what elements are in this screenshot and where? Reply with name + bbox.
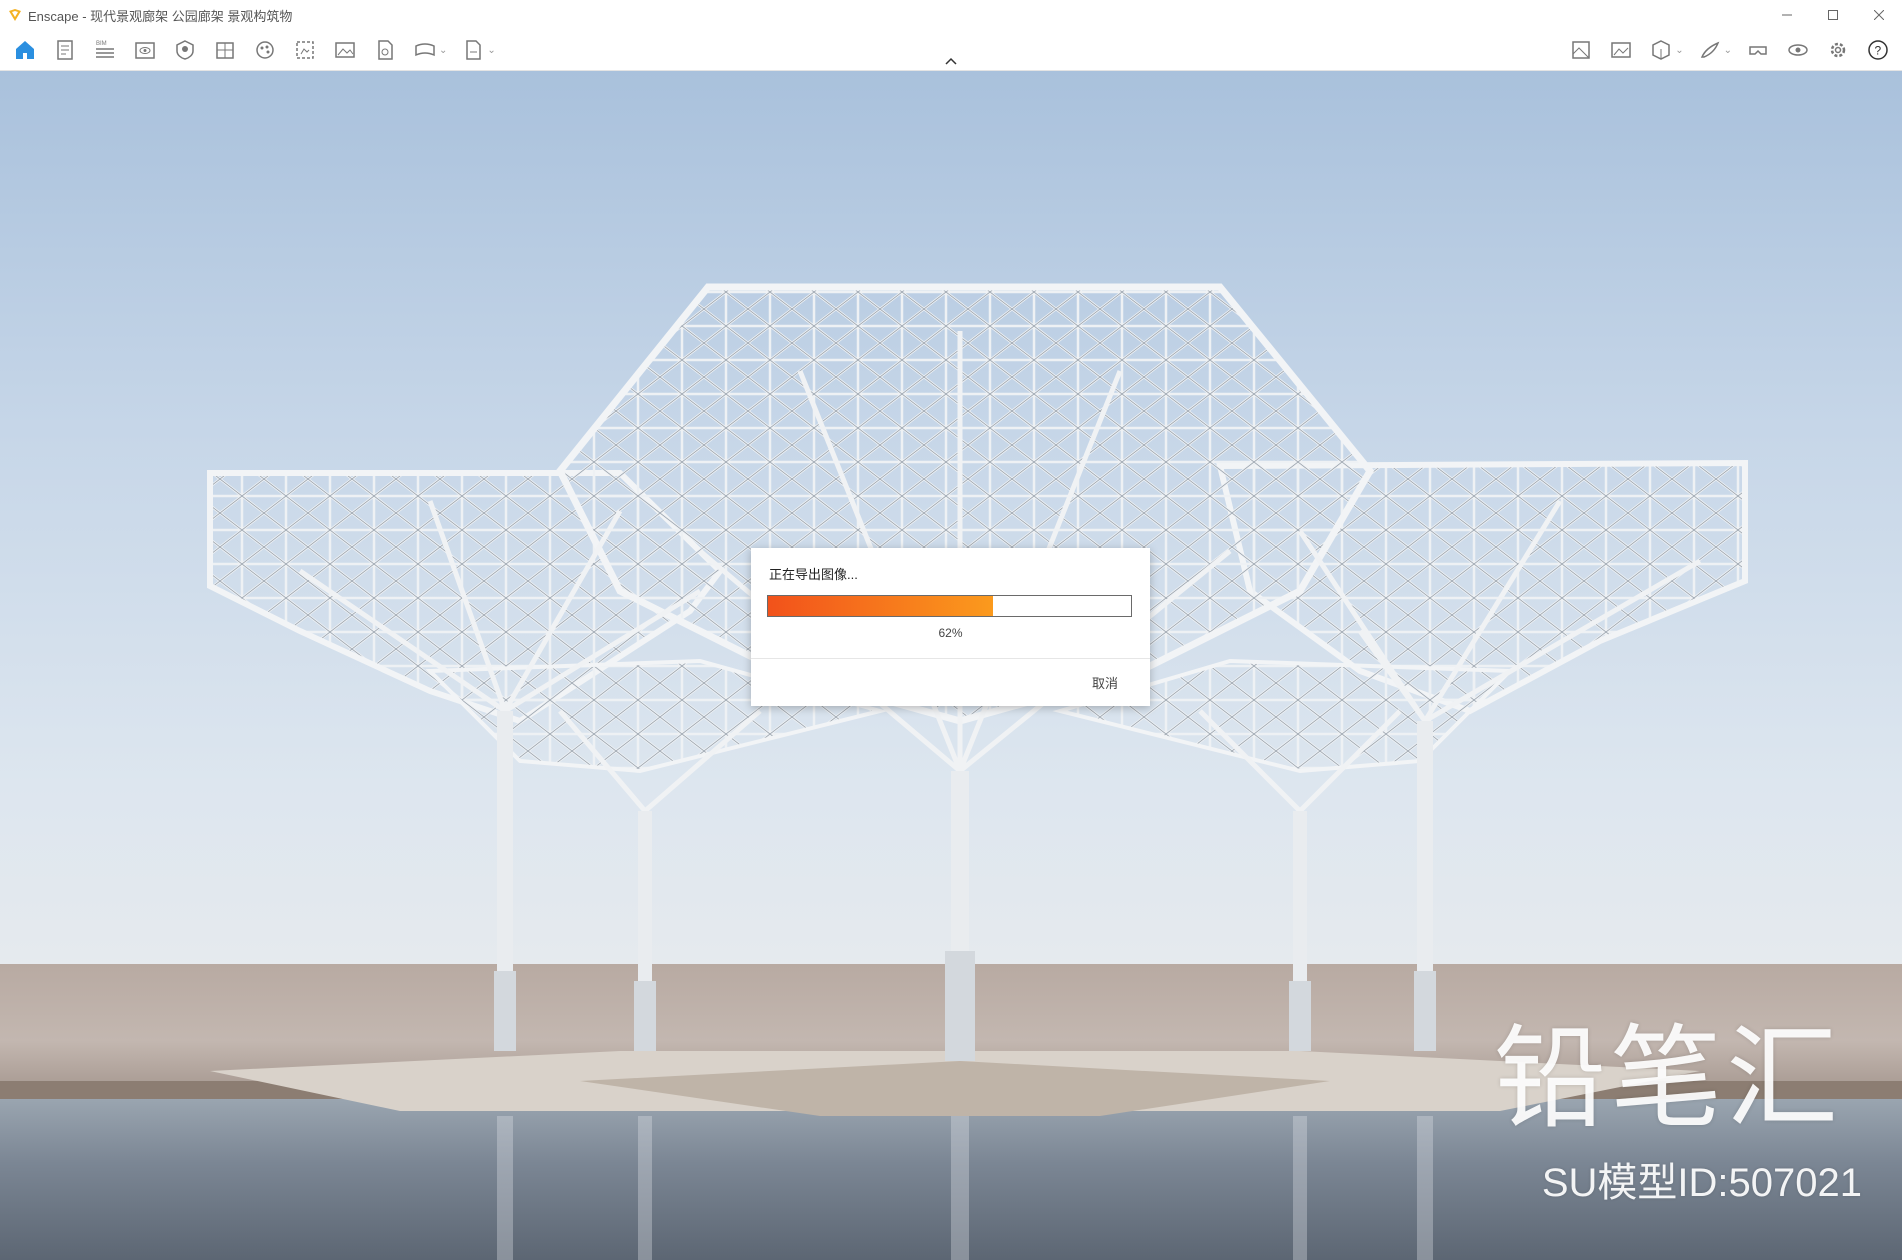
help-button[interactable]: ?	[1863, 35, 1893, 65]
video-export-button[interactable]	[370, 35, 400, 65]
asset-library-button[interactable]	[210, 35, 240, 65]
sun-info-icon	[176, 40, 194, 60]
maximize-icon	[1828, 10, 1838, 20]
image-export-button[interactable]	[330, 35, 360, 65]
minimize-icon	[1782, 14, 1792, 16]
maximize-button[interactable]	[1810, 0, 1856, 30]
material-icon	[256, 41, 274, 59]
image-button[interactable]	[1606, 35, 1636, 65]
home-icon	[16, 41, 34, 59]
progress-fill	[768, 596, 994, 616]
render-settings-button[interactable]	[290, 35, 320, 65]
vr-icon	[1749, 46, 1767, 55]
bim-label: BIM	[96, 41, 107, 47]
visual-settings-icon	[1788, 44, 1808, 56]
collapse-toolbar-button[interactable]	[941, 53, 961, 69]
window-controls	[1764, 0, 1902, 30]
batch-render-icon	[1572, 41, 1590, 59]
dialog-divider	[751, 658, 1150, 659]
visual-settings-button[interactable]	[1783, 35, 1813, 65]
render-settings-icon	[296, 41, 314, 59]
help-icon: ?	[1868, 40, 1888, 60]
file-export-button[interactable]	[458, 35, 488, 65]
views-icon	[135, 42, 155, 59]
close-button[interactable]	[1856, 0, 1902, 30]
panorama-dropdown-icon[interactable]: ⌄	[439, 45, 447, 56]
column-reflections	[497, 1116, 1433, 1260]
watermark-model-id: SU模型ID:507021	[1541, 1161, 1862, 1205]
export-progress-bar	[767, 595, 1132, 617]
panorama-button[interactable]	[410, 35, 440, 65]
watermark-brand: 铅笔汇	[1494, 1014, 1842, 1144]
sun-info-button[interactable]	[170, 35, 200, 65]
vr-button[interactable]	[1743, 35, 1773, 65]
toolbar-right-group: ⌄ ⌄ ?	[1561, 30, 1898, 70]
cancel-button[interactable]: 取消	[1092, 673, 1118, 692]
close-icon	[1874, 10, 1884, 20]
export-progress-dialog: 正在导出图像... 62% 取消	[751, 548, 1150, 706]
view-mode-icon	[1652, 40, 1670, 60]
views-button[interactable]	[130, 35, 160, 65]
settings-button[interactable]	[1823, 35, 1853, 65]
home-button[interactable]	[10, 35, 40, 65]
dialog-title: 正在导出图像...	[769, 567, 858, 582]
settings-icon	[1830, 42, 1846, 58]
chevron-up-icon	[945, 57, 957, 65]
enscape-logo-icon	[9, 9, 21, 21]
draw-icon	[1700, 41, 1719, 58]
draw-button[interactable]	[1695, 35, 1725, 65]
panorama-icon	[415, 43, 435, 57]
draw-dropdown-icon[interactable]: ⌄	[1724, 45, 1732, 56]
file-export-dropdown-icon[interactable]: ⌄	[487, 45, 495, 56]
batch-render-button[interactable]	[1566, 35, 1596, 65]
image-icon	[1611, 42, 1631, 58]
minimize-button[interactable]	[1764, 0, 1810, 30]
asset-library-icon	[216, 42, 234, 59]
svg-text:?: ?	[1875, 44, 1882, 58]
material-button[interactable]	[250, 35, 280, 65]
notes-icon	[57, 40, 73, 60]
view-mode-button[interactable]	[1646, 35, 1676, 65]
title-bar: Enscape - 现代景观廊架 公园廊架 景观构筑物	[0, 0, 1902, 30]
file-export-icon	[466, 40, 482, 60]
notes-button[interactable]	[50, 35, 80, 65]
bim-icon: BIM	[96, 41, 114, 58]
image-export-icon	[335, 42, 355, 58]
toolbar-left-group: BIM ⌄ ⌄	[5, 30, 502, 70]
bim-button[interactable]: BIM	[90, 35, 120, 65]
video-export-icon	[378, 40, 393, 60]
view-mode-dropdown-icon[interactable]: ⌄	[1675, 45, 1683, 56]
progress-percent: 62%	[938, 626, 963, 640]
window-title: Enscape - 现代景观廊架 公园廊架 景观构筑物	[28, 8, 293, 24]
